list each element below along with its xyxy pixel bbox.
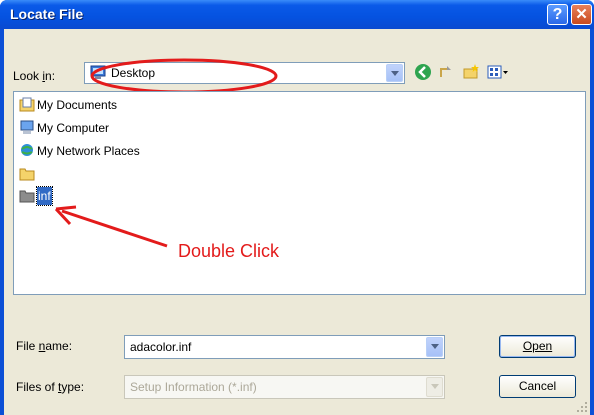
look-in-label: Look in:	[13, 69, 56, 83]
files-of-type-label: Files of type:	[16, 380, 85, 394]
back-icon[interactable]	[413, 63, 433, 83]
locate-file-dialog: Locate File ? ✕ Look in: Desktop My Docu…	[0, 0, 594, 415]
help-button[interactable]: ?	[547, 4, 568, 25]
my-documents-icon	[19, 97, 35, 112]
files-of-type-dropdown-arrow[interactable]	[426, 377, 443, 397]
pointer-arrow-annotation	[54, 205, 168, 248]
file-name-combobox[interactable]: adacolor.inf	[124, 335, 445, 359]
files-of-type-value: Setup Information (*.inf)	[130, 380, 257, 394]
open-button[interactable]: Open	[499, 335, 576, 358]
folder-icon	[19, 166, 35, 181]
look-in-dropdown-arrow[interactable]	[386, 64, 403, 82]
double-click-annotation: Double Click	[178, 241, 280, 261]
new-folder-icon[interactable]	[461, 63, 481, 83]
file-list[interactable]: My Documents My Computer My Network Plac…	[13, 91, 586, 295]
highlight-circle-annotation	[90, 58, 278, 94]
title-bar[interactable]: Locate File ? ✕	[0, 0, 594, 29]
dialog-body: Look in: Desktop My Documents My Compute…	[4, 29, 590, 415]
folder-icon	[19, 188, 35, 203]
file-name-dropdown-arrow[interactable]	[426, 337, 443, 357]
file-name-label: File name:	[16, 339, 73, 353]
dialog-title: Locate File	[10, 6, 84, 22]
up-one-level-icon[interactable]	[437, 63, 457, 83]
resize-grip-icon[interactable]	[576, 401, 588, 413]
files-of-type-dropdown[interactable]: Setup Information (*.inf)	[124, 375, 445, 399]
close-button[interactable]: ✕	[571, 4, 592, 25]
file-name-value[interactable]: adacolor.inf	[130, 340, 191, 354]
network-places-icon	[19, 143, 35, 158]
my-computer-icon	[19, 120, 35, 135]
view-menu-icon[interactable]	[485, 63, 511, 83]
cancel-button[interactable]: Cancel	[499, 375, 576, 398]
